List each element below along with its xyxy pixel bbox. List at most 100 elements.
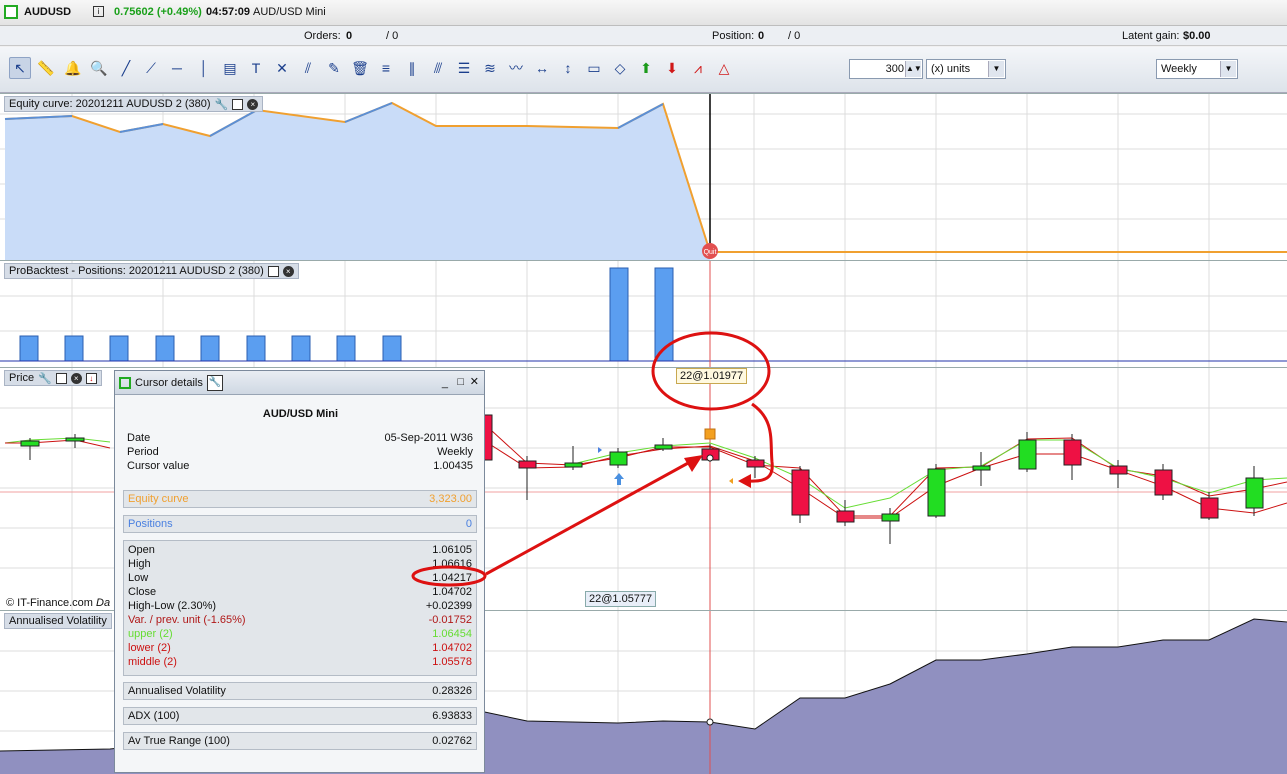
cross-icon[interactable]: ✕ bbox=[271, 57, 293, 79]
arrow-down-icon[interactable]: ⬇ bbox=[661, 57, 683, 79]
text-icon[interactable]: T bbox=[245, 57, 267, 79]
position-label: Position: bbox=[712, 30, 755, 42]
annualised-label: Annualised Volatility bbox=[128, 685, 226, 697]
maximize-icon[interactable] bbox=[232, 98, 244, 110]
panel-icon bbox=[119, 376, 131, 389]
close-icon[interactable]: × bbox=[247, 98, 259, 110]
channel-icon[interactable]: ▤ bbox=[219, 57, 241, 79]
close-icon[interactable]: × bbox=[70, 372, 82, 384]
pencil-icon[interactable]: ✎ bbox=[323, 57, 345, 79]
buy-arrow-icon bbox=[614, 473, 624, 485]
arrow-up-icon[interactable]: ⬆ bbox=[635, 57, 657, 79]
hline-icon[interactable]: ─ bbox=[166, 57, 188, 79]
close-icon[interactable]: × bbox=[282, 265, 294, 277]
copyright: © IT-Finance.com Da bbox=[6, 597, 111, 609]
cursor-tag-bottom: 22@1.05777 bbox=[585, 591, 657, 607]
cursor-icon[interactable]: ↖ bbox=[9, 57, 31, 79]
period-select[interactable]: Weekly ▼ bbox=[1156, 59, 1238, 79]
period-label: Period bbox=[127, 446, 159, 458]
position-bar bbox=[155, 335, 175, 362]
order-marker bbox=[704, 428, 716, 440]
ohlc-value: 1.04217 bbox=[432, 572, 472, 584]
position-bar bbox=[19, 335, 39, 362]
trash-icon[interactable]: 🗑 bbox=[349, 57, 371, 79]
cursor-details-header[interactable]: Cursor details 🔧 _ □ ✕ bbox=[115, 371, 484, 395]
symbol-label[interactable]: AUDUSD bbox=[24, 6, 71, 18]
ohlc-row: upper (2) 1.06454 bbox=[124, 627, 476, 641]
maximize-icon[interactable] bbox=[55, 372, 67, 384]
wrench-icon[interactable]: 🔧 bbox=[38, 372, 52, 385]
ohlc-label: Low bbox=[128, 572, 149, 584]
close-icon[interactable]: ✕ bbox=[470, 375, 479, 388]
position-bar bbox=[336, 335, 356, 362]
positions-row: Positions 0 bbox=[123, 515, 477, 533]
measure-icon[interactable]: ↔ bbox=[531, 57, 553, 79]
positions-pane-label: ProBacktest - Positions: 20201211 AUDUSD… bbox=[4, 263, 299, 279]
cursor-details-title: Cursor details bbox=[135, 376, 203, 389]
units-type-select[interactable]: (x) units ▼ bbox=[926, 59, 1006, 79]
levels-icon[interactable]: ☰ bbox=[453, 57, 475, 79]
equity-row-label: Equity curve bbox=[128, 493, 189, 505]
bell-icon[interactable]: 🔔 bbox=[62, 57, 84, 79]
ohlc-row: High 1.06616 bbox=[124, 557, 476, 571]
ohlc-value: 1.06616 bbox=[432, 558, 472, 570]
line-icon[interactable]: ╱ bbox=[115, 57, 137, 79]
chevron-down-icon[interactable]: ▼ bbox=[1220, 61, 1236, 77]
position-bar bbox=[382, 335, 402, 362]
info-icon[interactable]: i bbox=[93, 6, 104, 17]
ohlc-label: Close bbox=[128, 586, 157, 598]
vline-icon[interactable]: │ bbox=[193, 57, 215, 79]
ruler-icon[interactable]: 📏 bbox=[35, 57, 57, 79]
ohlc-label: Var. / prev. unit (-1.65%) bbox=[128, 614, 246, 626]
zigzag-icon[interactable]: ⩘ bbox=[687, 57, 709, 79]
position-bar bbox=[291, 335, 311, 362]
adx-value: 6.93833 bbox=[432, 710, 472, 722]
ohlc-value: 1.06454 bbox=[432, 628, 472, 640]
cd-instrument: AUD/USD Mini bbox=[262, 408, 339, 420]
wrench-icon[interactable]: 🔧 bbox=[215, 98, 229, 111]
maximize-icon[interactable] bbox=[267, 265, 279, 277]
time-label: 04:57:09 bbox=[206, 6, 251, 18]
equity-row-value: 3,323.00 bbox=[429, 493, 472, 505]
title-bar: AUDUSD i 0.75602 (+0.49%) 04:57:09 AUD/U… bbox=[0, 0, 1287, 26]
ray-icon[interactable]: ⟋ bbox=[140, 57, 162, 79]
ohlc-value: 1.04702 bbox=[432, 642, 472, 654]
zoom-icon[interactable]: 🔍 bbox=[88, 57, 110, 79]
vmeasure-icon[interactable]: ↕ bbox=[557, 57, 579, 79]
arcs-icon[interactable]: ≋ bbox=[479, 57, 501, 79]
orders-label: Orders: bbox=[304, 30, 341, 42]
wave-icon[interactable]: 〰 bbox=[505, 57, 527, 79]
minimize-icon[interactable]: _ bbox=[442, 377, 448, 389]
triangle-icon[interactable]: △ bbox=[713, 57, 735, 79]
adx-row: ADX (100) 6.93833 bbox=[123, 707, 477, 725]
restore-icon[interactable]: □ bbox=[457, 376, 464, 388]
fan-icon[interactable]: ⫻ bbox=[427, 57, 449, 79]
rectangle-icon[interactable]: ▭ bbox=[583, 57, 605, 79]
parallel-icon[interactable]: ⫽ bbox=[297, 57, 319, 79]
cursor-tag-top: 22@1.01977 bbox=[676, 368, 748, 384]
ohlc-row: middle (2) 1.05578 bbox=[124, 655, 476, 669]
instrument-icon bbox=[4, 5, 18, 19]
drawing-toolbar: ↖ 📏 🔔 🔍 ╱ ⟋ ─ │ ▤ T ✕ ⫽ ✎ 🗑 ≡ ∥ ⫻ ☰ ≋ 〰 … bbox=[0, 47, 1287, 93]
fib-icon[interactable]: ≡ bbox=[375, 57, 397, 79]
period-value: Weekly bbox=[437, 446, 473, 458]
units-input[interactable]: 300 ▲▼ bbox=[849, 59, 923, 79]
position-bar bbox=[200, 335, 220, 362]
download-icon[interactable]: ↓ bbox=[85, 372, 97, 384]
diamond-icon[interactable]: ◇ bbox=[609, 57, 631, 79]
bars-icon[interactable]: ∥ bbox=[401, 57, 423, 79]
ohlc-label: High bbox=[128, 558, 151, 570]
wrench-icon[interactable]: 🔧 bbox=[206, 374, 223, 391]
ohlc-value: 1.05578 bbox=[432, 656, 472, 668]
position-bar bbox=[654, 267, 674, 362]
chevron-down-icon[interactable]: ▼ bbox=[988, 61, 1004, 77]
equity-row: Equity curve 3,323.00 bbox=[123, 490, 477, 508]
latent-gain-value: $0.00 bbox=[1183, 30, 1211, 42]
ohlc-label: Open bbox=[128, 544, 155, 556]
position-bar bbox=[64, 335, 84, 362]
instrument-name: AUD/USD Mini bbox=[253, 6, 326, 18]
equity-curve-pane: Quit Equity curve: 20201211 AUDUSD 2 (38… bbox=[0, 93, 1287, 261]
units-spinner[interactable]: ▲▼ bbox=[905, 61, 922, 77]
date-value: 05-Sep-2011 W36 bbox=[384, 432, 473, 444]
equity-pane-label: Equity curve: 20201211 AUDUSD 2 (380) 🔧 … bbox=[4, 96, 264, 112]
